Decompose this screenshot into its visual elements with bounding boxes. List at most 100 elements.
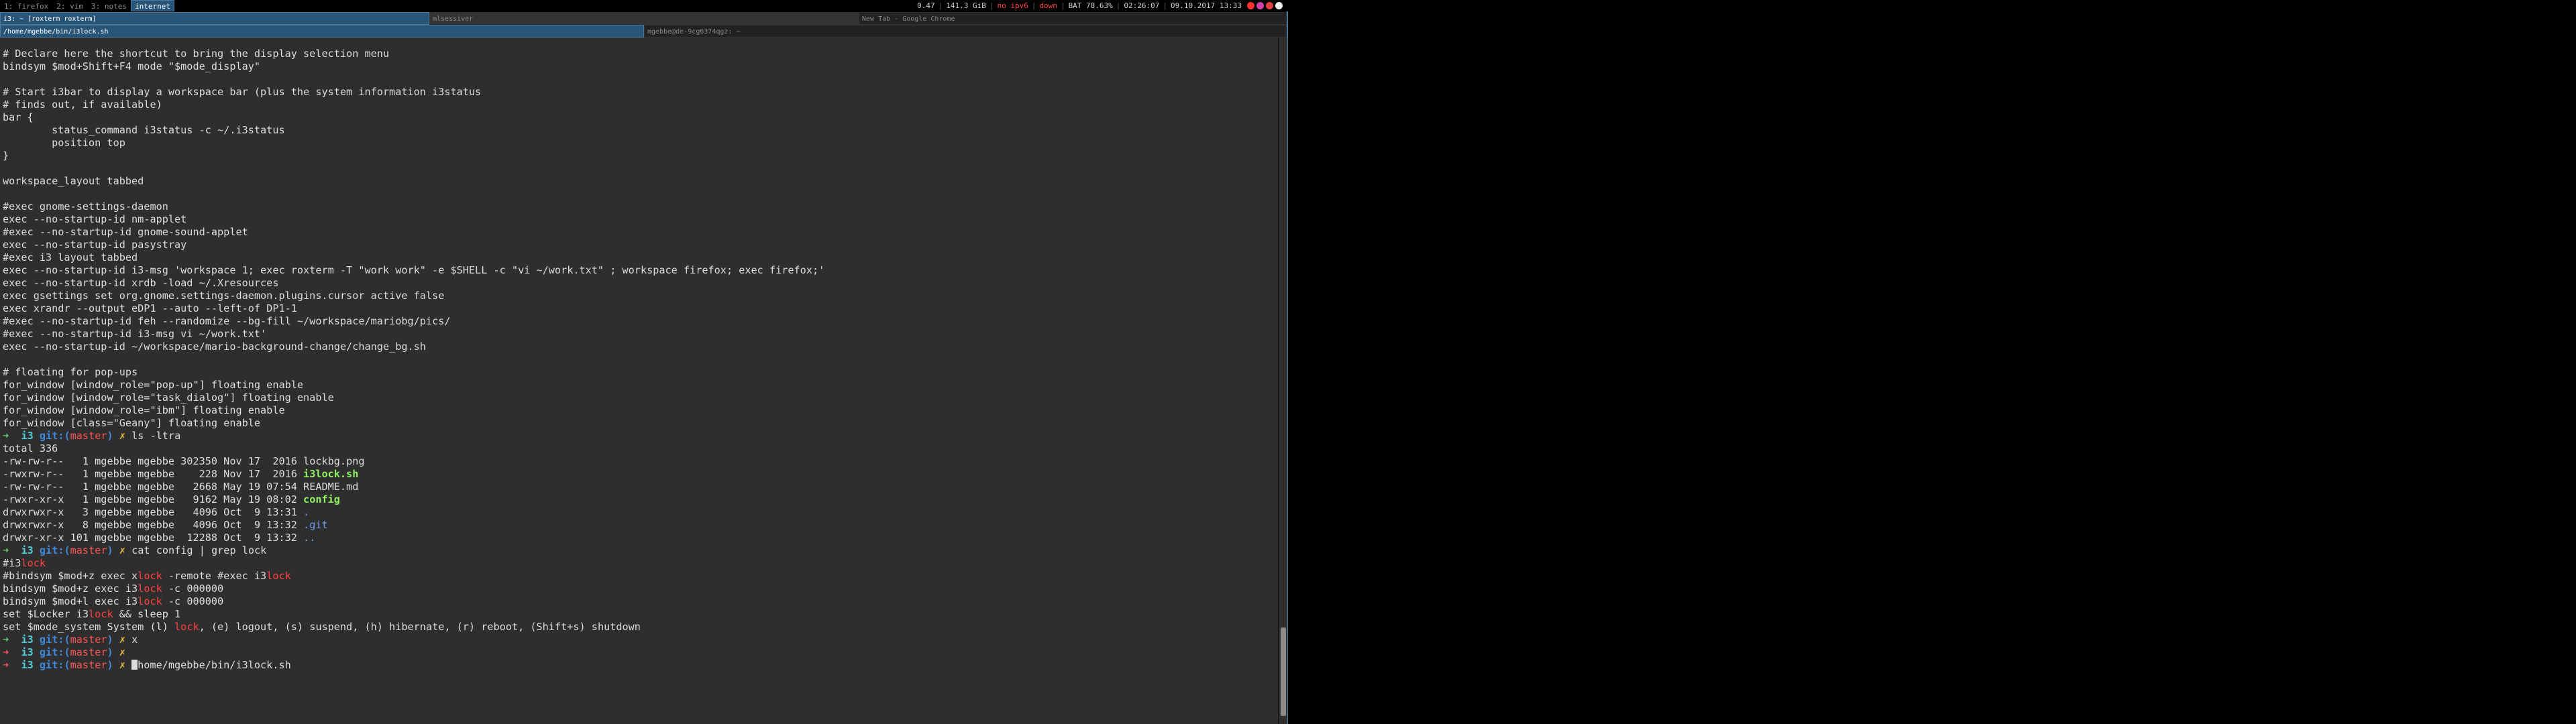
terminal-line: set $Locker i3lock && sleep 1	[3, 608, 1278, 621]
grep-text: #bindsym $mod+z exec x	[3, 570, 138, 582]
terminal-output[interactable]: # Declare here the shortcut to bring the…	[0, 38, 1278, 724]
terminal-line: -rwxr-xr-x 1 mgebbe mgebbe 9162 May 19 0…	[3, 493, 1278, 506]
tray-app-icon[interactable]	[1275, 2, 1283, 9]
terminal-line: bindsym $mod+Shift+F4 mode "$mode_displa…	[3, 60, 1278, 73]
status-separator: |	[938, 1, 943, 10]
tray-app-icon[interactable]	[1256, 2, 1264, 9]
config-line: for_window [window_role="ibm"] floating …	[3, 404, 285, 416]
command-text: ls -ltra	[131, 430, 181, 442]
window-tab[interactable]: mgebbe@de-9cg6374qgz: ~	[644, 25, 1288, 38]
prompt-directory: i3	[21, 634, 34, 646]
grep-text: , (e) logout, (s) suspend, (h) hibernate…	[199, 621, 641, 633]
grep-match: lock	[174, 621, 199, 633]
ls-row-name: lockbg.png	[303, 455, 365, 467]
terminal-line: # floating for pop-ups	[3, 366, 1278, 379]
prompt-git: git:	[39, 544, 64, 556]
window-tab[interactable]: /home/mgebbe/bin/i3lock.sh	[0, 25, 644, 38]
ls-row-meta: -rwxrw-r-- 1 mgebbe mgebbe 228 Nov 17 20…	[3, 468, 304, 480]
prompt-git: git:	[39, 646, 64, 658]
second-monitor-area	[1288, 0, 2576, 724]
config-line: #exec i3 layout tabbed	[3, 251, 138, 263]
prompt-paren: (	[64, 646, 70, 658]
workspace-button[interactable]: 1: firefox	[0, 0, 52, 11]
status-separator: |	[1031, 1, 1036, 10]
prompt-branch: master	[70, 544, 107, 556]
ls-row-meta: drwxr-xr-x 101 mgebbe mgebbe 12288 Oct 9…	[3, 532, 304, 544]
grep-match: lock	[21, 557, 46, 569]
terminal-line: workspace_layout tabbed	[3, 175, 1278, 188]
prompt-directory: i3	[21, 659, 34, 671]
terminal-line: bar {	[3, 111, 1278, 124]
window-tab[interactable]: New Tab - Google Chrome	[859, 12, 1288, 25]
terminal-line: ➜ i3 git:(master) ✗	[3, 646, 1278, 659]
terminal-line: #bindsym $mod+z exec xlock -remote #exec…	[3, 570, 1278, 583]
config-line: exec xrandr --output eDP1 --auto --left-…	[3, 302, 297, 314]
window-tab[interactable]: mlsessiver	[429, 12, 859, 25]
terminal-line: exec --no-startup-id nm-applet	[3, 213, 1278, 226]
terminal-line: # Declare here the shortcut to bring the…	[3, 48, 1278, 60]
command-text: cat config | grep lock	[131, 544, 267, 556]
status-separator: |	[989, 1, 994, 10]
prompt-git: git:	[39, 659, 64, 671]
terminal-line: exec --no-startup-id i3-msg 'workspace 1…	[3, 264, 1278, 277]
config-line: position top	[3, 137, 125, 149]
terminal-line: # finds out, if available)	[3, 99, 1278, 111]
config-line: bar {	[3, 111, 34, 123]
grep-text: set $mode_system System (l)	[3, 621, 175, 633]
prompt-arrow: ➜	[3, 430, 9, 442]
terminal-line: # Start i3bar to display a workspace bar…	[3, 86, 1278, 99]
prompt-dirty-mark: ✗	[119, 646, 125, 658]
status-item: 141.3 GiB	[946, 1, 986, 10]
tray-app-icon[interactable]	[1266, 2, 1273, 9]
scrollbar-thumb[interactable]	[1281, 627, 1286, 716]
terminal-line: #i3lock	[3, 557, 1278, 570]
config-line: status_command i3status -c ~/.i3status	[3, 124, 285, 136]
terminal-scrollbar[interactable]	[1279, 38, 1287, 724]
grep-match: lock	[89, 608, 113, 620]
status-item: down	[1039, 1, 1057, 10]
config-line: #exec gnome-settings-daemon	[3, 200, 168, 213]
tray-app-icon[interactable]	[1247, 2, 1254, 9]
terminal-line: ➜ i3 git:(master) ✗ x	[3, 634, 1278, 646]
terminal-line: status_command i3status -c ~/.i3status	[3, 124, 1278, 137]
terminal-line: exec --no-startup-id pasystray	[3, 239, 1278, 251]
config-line: for_window [class="Geany"] floating enab…	[3, 417, 261, 429]
terminal-line: exec --no-startup-id xrdb -load ~/.Xreso…	[3, 277, 1278, 290]
workspace-button[interactable]: 3: notes	[87, 0, 131, 11]
config-line: for_window [window_role="pop-up"] floati…	[3, 379, 304, 391]
grep-text: set $Locker i3	[3, 608, 89, 620]
workspace-switcher: 1: firefox 2: vim 3: notes internet	[0, 0, 174, 11]
terminal-line: for_window [window_role="task_dialog"] f…	[3, 391, 1278, 404]
status-item: 09.10.2017 13:33	[1171, 1, 1242, 10]
prompt-dirty-mark: ✗	[119, 544, 125, 556]
grep-text: -remote #exec i3	[162, 570, 267, 582]
prompt-branch: master	[70, 430, 107, 442]
status-item: BAT 78.63%	[1068, 1, 1113, 10]
config-line: exec --no-startup-id pasystray	[3, 239, 187, 251]
terminal-line: for_window [window_role="ibm"] floating …	[3, 404, 1278, 417]
status-separator: |	[1163, 1, 1168, 10]
terminal-line: #exec --no-startup-id feh --randomize --…	[3, 315, 1278, 328]
workspace-button[interactable]: internet	[130, 0, 174, 11]
terminal-line: ➜ i3 git:(master) ✗ home/mgebbe/bin/i3lo…	[3, 659, 1278, 672]
workspace-button[interactable]: 2: vim	[52, 0, 87, 11]
terminal-line: ➜ i3 git:(master) ✗ ls -ltra	[3, 430, 1278, 442]
terminal-line: for_window [class="Geany"] floating enab…	[3, 417, 1278, 430]
window-tab[interactable]: i3: ~ [roxterm roxterm]	[0, 12, 429, 25]
grep-text: -c 000000	[162, 595, 224, 607]
prompt-paren: )	[107, 659, 113, 671]
prompt-dirty-mark: ✗	[119, 634, 125, 646]
